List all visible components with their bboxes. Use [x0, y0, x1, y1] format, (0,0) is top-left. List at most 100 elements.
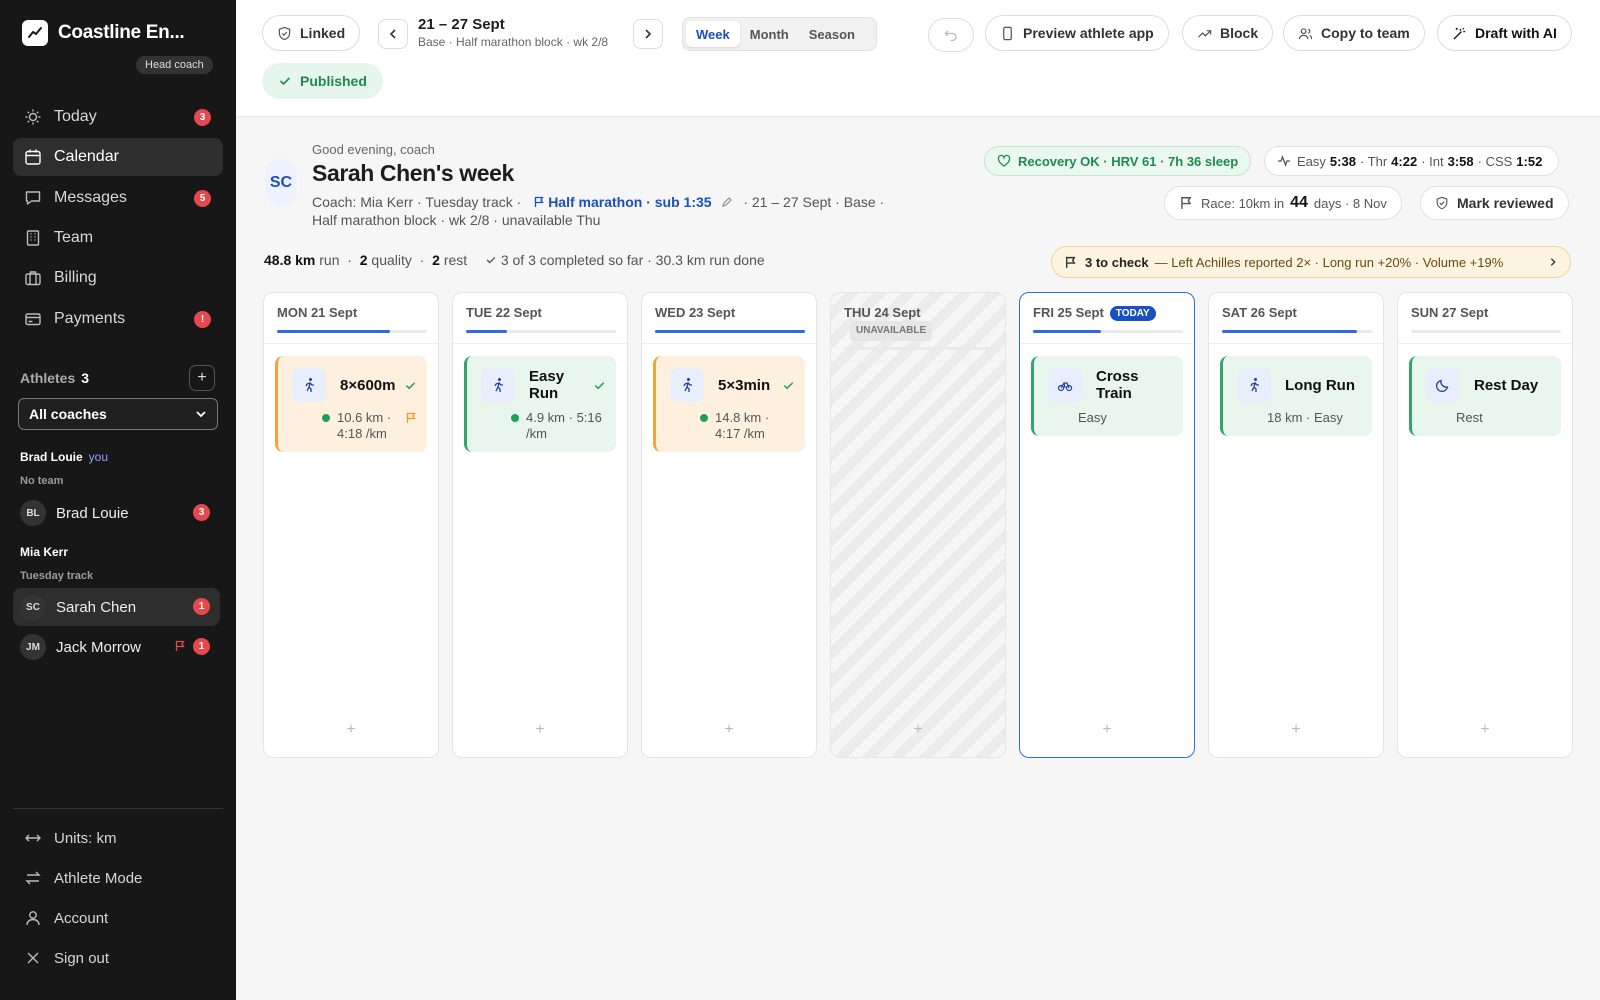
nav-payments[interactable]: Payments !	[13, 300, 223, 338]
nav-calendar[interactable]: Calendar	[13, 138, 223, 176]
card-icon	[25, 313, 41, 326]
add-athlete-button[interactable]: +	[189, 365, 215, 391]
goal-label: Half marathon · sub 1:35	[548, 194, 712, 210]
draft-with-ai-button[interactable]: Draft with AI	[1437, 15, 1572, 51]
trend-up-icon	[1197, 29, 1212, 38]
recovery-badge: Recovery OK · HRV 61 · 7h 36 sleep	[984, 146, 1252, 176]
you-label: you	[88, 450, 109, 464]
block-label: Block	[1220, 25, 1259, 41]
add-workout-button[interactable]: +	[1020, 721, 1194, 739]
sidebar: Coastline En... Head coach Today 3 Calen…	[0, 0, 236, 1000]
athlete-item-jack-morrow[interactable]: JM Jack Morrow 1	[13, 628, 220, 666]
day-column-sat[interactable]: SAT 26 Sept Long Run 18 km · Easy +	[1208, 292, 1384, 758]
pace-css: 1:52	[1516, 153, 1543, 169]
workout-card[interactable]: Easy Run 4.9 km · 5:16 /km	[464, 356, 616, 452]
flag-icon	[1181, 197, 1192, 209]
prev-week-button[interactable]	[378, 19, 408, 49]
sign-out-link[interactable]: Sign out	[24, 949, 109, 967]
athlete-item-sarah-chen[interactable]: SC Sarah Chen 1	[13, 588, 220, 626]
race-countdown[interactable]: Race: 10km in 44 days · 8 Nov	[1164, 186, 1402, 220]
day-divider	[1209, 343, 1383, 344]
account-link[interactable]: Account	[24, 909, 108, 927]
add-workout-button[interactable]: +	[264, 721, 438, 739]
sparkle-wand-icon	[1453, 27, 1466, 40]
day-progress	[1411, 330, 1561, 333]
units-toggle[interactable]: Units: km	[24, 829, 117, 847]
chevron-right-icon	[1550, 258, 1556, 266]
next-week-button[interactable]	[633, 19, 663, 49]
nav-today[interactable]: Today 3	[13, 98, 223, 136]
day-progress-fill	[655, 330, 805, 333]
athlete-badge: 1	[193, 638, 210, 655]
run-icon	[670, 368, 704, 402]
briefcase-icon	[25, 271, 41, 286]
day-label: FRI 25 Sept	[1033, 305, 1104, 320]
alerts-count: 3 to check	[1085, 254, 1149, 270]
workout-detail: Easy	[1078, 410, 1107, 425]
workout-card[interactable]: 8×600m 10.6 km · 4:18 /km	[275, 356, 427, 452]
add-workout-button[interactable]: +	[1398, 721, 1572, 739]
day-column-fri[interactable]: FRI 25 Sept TODAY Cross Train Easy +	[1019, 292, 1195, 758]
day-header: THU 24 SeptUNAVAILABLE	[844, 305, 994, 341]
brand[interactable]: Coastline En...	[22, 20, 185, 46]
mark-reviewed-button[interactable]: Mark reviewed	[1420, 186, 1569, 220]
nav-messages[interactable]: Messages 5	[13, 179, 223, 217]
alerts-text: — Left Achilles reported 2× · Long run +…	[1154, 254, 1504, 270]
workout-card[interactable]: Long Run 18 km · Easy	[1220, 356, 1372, 436]
day-column-thu[interactable]: THU 24 SeptUNAVAILABLE +	[830, 292, 1006, 758]
preview-athlete-app-button[interactable]: Preview athlete app	[985, 15, 1169, 51]
add-workout-button[interactable]: +	[453, 721, 627, 739]
athlete-mode-toggle[interactable]: Athlete Mode	[24, 869, 142, 887]
check-icon	[405, 382, 416, 390]
group-coach: Mia Kerr	[20, 545, 69, 559]
copy-to-team-button[interactable]: Copy to team	[1283, 15, 1425, 51]
building-icon	[26, 230, 40, 246]
chevron-down-icon	[196, 411, 206, 418]
day-progress	[1222, 330, 1372, 333]
nav-label: Messages	[54, 189, 127, 206]
published-status[interactable]: Published	[262, 63, 383, 99]
copy-label: Copy to team	[1321, 25, 1410, 41]
linked-button[interactable]: Linked	[262, 15, 361, 51]
race-goal-link[interactable]: Half marathon · sub 1:35	[525, 194, 743, 210]
recovery-text: Recovery OK · HRV 61 · 7h 36 sleep	[1018, 153, 1239, 169]
flag-icon	[406, 412, 416, 423]
review-label: Mark reviewed	[1457, 195, 1554, 211]
alerts-banner[interactable]: 3 to check — Left Achilles reported 2× · …	[1051, 246, 1571, 278]
nav-label: Payments	[54, 310, 126, 327]
nav-billing[interactable]: Billing	[13, 259, 223, 297]
day-column-sun[interactable]: SUN 27 Sept Rest Day Rest +	[1397, 292, 1573, 758]
flag-icon	[175, 640, 185, 651]
units-label: Units: km	[54, 829, 117, 847]
block-button[interactable]: Block	[1182, 15, 1274, 51]
tab-week[interactable]: Week	[686, 21, 740, 47]
nav-label: Billing	[54, 269, 97, 286]
pace-int-label: · Int	[1421, 153, 1444, 169]
shield-check-icon	[278, 26, 291, 40]
unavailable-badge: UNAVAILABLE	[850, 321, 933, 341]
day-column-wed[interactable]: WED 23 Sept 5×3min 14.8 km · 4:17 /km +	[641, 292, 817, 758]
day-header: SUN 27 Sept	[1411, 305, 1488, 320]
undo-button[interactable]	[928, 18, 974, 52]
workout-detail: 14.8 km · 4:17 /km	[715, 410, 770, 441]
workout-card[interactable]: Rest Day Rest	[1409, 356, 1561, 436]
coach-filter-select[interactable]: All coaches	[18, 398, 218, 430]
workout-card[interactable]: Cross Train Easy	[1031, 356, 1183, 436]
workout-card[interactable]: 5×3min 14.8 km · 4:17 /km	[653, 356, 805, 452]
nav-team[interactable]: Team	[13, 219, 223, 257]
day-column-tue[interactable]: TUE 22 Sept Easy Run 4.9 km · 5:16 /km +	[452, 292, 628, 758]
add-workout-button[interactable]: +	[642, 721, 816, 739]
athlete-item-brad-louie[interactable]: BL Brad Louie 3	[13, 494, 220, 532]
range-title: 21 – 27 Sept	[418, 16, 505, 33]
sign-out-label: Sign out	[54, 949, 110, 967]
race-label: Race: 10km in	[1201, 195, 1285, 211]
tab-month[interactable]: Month	[740, 21, 799, 47]
tab-season[interactable]: Season	[799, 21, 865, 47]
chat-icon	[25, 191, 41, 205]
workout-detail: Rest	[1456, 410, 1483, 425]
day-column-mon[interactable]: MON 21 Sept 8×600m 10.6 km · 4:18 /km +	[263, 292, 439, 758]
logo-icon	[22, 20, 48, 46]
add-workout-button[interactable]: +	[1209, 721, 1383, 739]
add-workout-button[interactable]: +	[831, 721, 1005, 739]
pencil-icon[interactable]	[721, 196, 733, 208]
